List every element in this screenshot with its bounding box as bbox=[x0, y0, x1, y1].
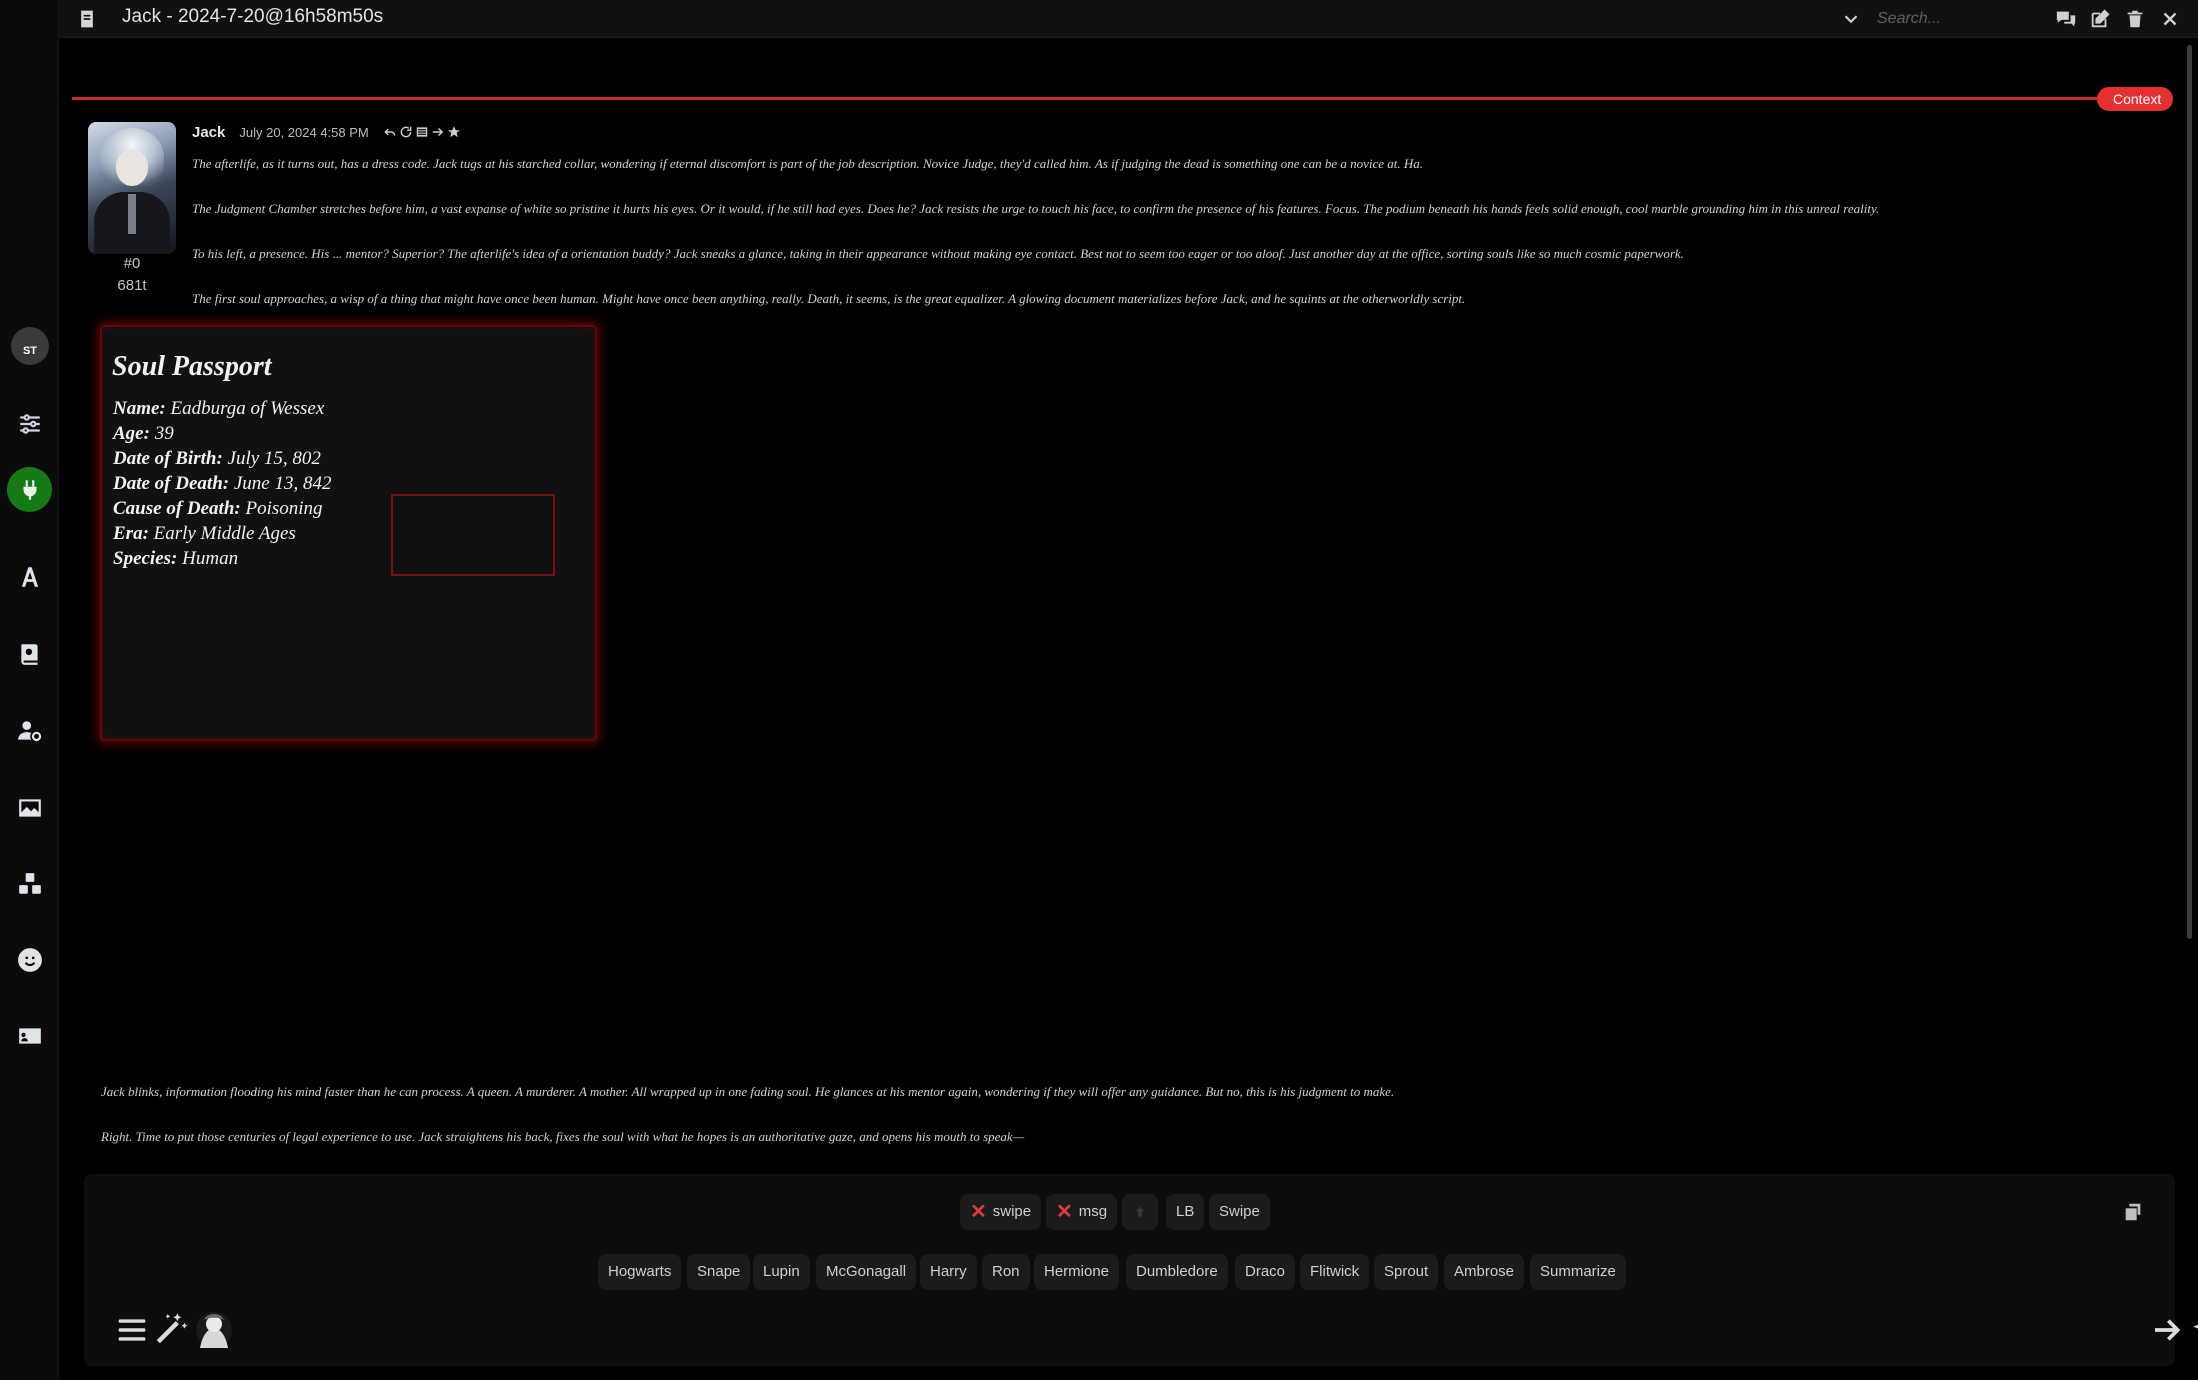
chat-scrollbar[interactable] bbox=[2187, 45, 2192, 939]
context-badge: Context bbox=[2097, 87, 2174, 111]
composer bbox=[84, 1300, 2198, 1366]
chevron-down-icon[interactable] bbox=[1840, 8, 1862, 30]
book-icon[interactable] bbox=[7, 631, 52, 676]
passport-field-cause: Cause of Death: Poisoning bbox=[113, 498, 323, 519]
plug-icon[interactable] bbox=[7, 467, 52, 512]
quick-reply-summarize[interactable]: Summarize bbox=[1530, 1254, 1626, 1290]
font-a-icon[interactable] bbox=[7, 554, 52, 599]
message-paragraph: The first soul approaches, a wisp of a t… bbox=[192, 291, 1466, 306]
quick-reply-ron[interactable]: Ron bbox=[982, 1254, 1030, 1290]
continue-arrow-icon[interactable] bbox=[2151, 1314, 2183, 1346]
hamburger-menu-icon[interactable] bbox=[116, 1314, 148, 1346]
app-window: ST Jack - 2024-7-20@16h58m50s Search... … bbox=[0, 0, 2198, 1380]
user-avatar[interactable]: ST bbox=[11, 327, 49, 365]
refresh-icon[interactable] bbox=[399, 125, 413, 139]
passport-photo-frame bbox=[391, 494, 555, 576]
quick-reply-snape[interactable]: Snape bbox=[687, 1254, 751, 1290]
undo-icon[interactable] bbox=[383, 125, 397, 139]
message-input[interactable] bbox=[244, 1312, 2124, 1352]
message-paragraph: Right. Time to put those centuries of le… bbox=[101, 1129, 1025, 1144]
top-bar: Jack - 2024-7-20@16h58m50s bbox=[59, 0, 2198, 38]
copy-icon[interactable] bbox=[2122, 1201, 2144, 1223]
left-sidebar: ST bbox=[0, 0, 59, 1380]
id-card-icon[interactable] bbox=[7, 1013, 52, 1058]
quick-reply-lupin[interactable]: Lupin bbox=[753, 1254, 810, 1290]
edit-icon[interactable] bbox=[2089, 8, 2111, 30]
comments-icon[interactable] bbox=[2055, 8, 2077, 30]
settings-sliders-icon[interactable] bbox=[7, 401, 52, 446]
chat-file-icon[interactable] bbox=[77, 9, 97, 29]
trash-icon[interactable] bbox=[2124, 8, 2146, 30]
delete-swipe-button[interactable]: ✕ swipe bbox=[960, 1194, 1042, 1230]
magic-wand-icon[interactable] bbox=[152, 1310, 190, 1348]
quick-reply-sprout[interactable]: Sprout bbox=[1374, 1254, 1439, 1290]
arrow-up-icon bbox=[1135, 1206, 1145, 1217]
quick-reply-draco[interactable]: Draco bbox=[1235, 1254, 1296, 1290]
message-paragraph: To his left, a presence. His ... mentor?… bbox=[192, 246, 1684, 261]
arrow-right-icon[interactable] bbox=[431, 125, 445, 139]
message-tools bbox=[383, 125, 461, 139]
passport-field-death: Date of Death: June 13, 842 bbox=[113, 473, 332, 494]
quick-reply-harry[interactable]: Harry bbox=[920, 1254, 977, 1290]
lb-button[interactable]: LB bbox=[1166, 1194, 1205, 1230]
passport-title: Soul Passport bbox=[112, 351, 272, 382]
message-paragraph: The Judgment Chamber stretches before hi… bbox=[192, 201, 1880, 216]
swipe-button[interactable]: Swipe bbox=[1209, 1194, 1270, 1230]
passport-field-era: Era: Early Middle Ages bbox=[113, 523, 296, 544]
quick-reply-ambrose[interactable]: Ambrose bbox=[1444, 1254, 1525, 1290]
message-timestamp: July 20, 2024 4:58 PM bbox=[239, 124, 369, 140]
avatar-label: ST bbox=[22, 345, 38, 357]
smiley-icon[interactable] bbox=[7, 937, 52, 982]
message-index: #0 bbox=[123, 255, 141, 272]
message-paragraph: Jack blinks, information flooding his mi… bbox=[101, 1084, 1395, 1099]
soul-passport-card: Soul Passport Name: Eadburga of Wessex A… bbox=[100, 325, 597, 741]
quick-reply-mcgonagall[interactable]: McGonagall bbox=[816, 1254, 917, 1290]
passport-field-birth: Date of Birth: July 15, 802 bbox=[113, 448, 321, 469]
close-icon[interactable] bbox=[2159, 8, 2181, 30]
quick-reply-hogwarts[interactable]: Hogwarts bbox=[598, 1254, 682, 1290]
upload-button[interactable] bbox=[1122, 1194, 1158, 1230]
character-avatar[interactable] bbox=[88, 122, 176, 254]
message-token-count: 681t bbox=[117, 277, 147, 294]
context-divider bbox=[72, 97, 2100, 100]
character-mini-avatar[interactable] bbox=[192, 1310, 236, 1350]
passport-field-age: Age: 39 bbox=[113, 423, 174, 444]
passport-field-name: Name: Eadburga of Wessex bbox=[113, 398, 325, 419]
list-icon[interactable] bbox=[415, 125, 429, 139]
message-author: Jack bbox=[192, 123, 226, 141]
user-gear-icon[interactable] bbox=[7, 708, 52, 753]
message-paragraph: The afterlife, as it turns out, has a dr… bbox=[192, 156, 1424, 171]
chat-title: Jack - 2024-7-20@16h58m50s bbox=[122, 6, 384, 27]
quick-reply-hermione[interactable]: Hermione bbox=[1034, 1254, 1120, 1290]
star-icon[interactable] bbox=[447, 125, 461, 139]
passport-field-species: Species: Human bbox=[113, 548, 239, 569]
message-header: Jack July 20, 2024 4:58 PM bbox=[192, 122, 461, 142]
extensions-icon[interactable] bbox=[7, 861, 52, 906]
quick-reply-flitwick[interactable]: Flitwick bbox=[1300, 1254, 1370, 1290]
quick-reply-dumbledore[interactable]: Dumbledore bbox=[1126, 1254, 1228, 1290]
delete-msg-button[interactable]: ✕ msg bbox=[1046, 1194, 1118, 1230]
image-icon[interactable] bbox=[7, 785, 52, 830]
send-icon[interactable] bbox=[2190, 1310, 2198, 1350]
